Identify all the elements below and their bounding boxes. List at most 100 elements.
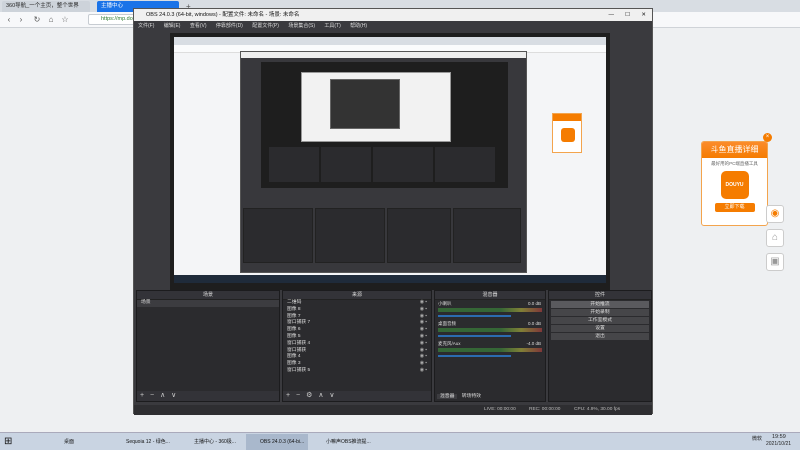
- minimize-icon[interactable]: —: [609, 9, 615, 21]
- remove-source-button[interactable]: −: [296, 392, 300, 399]
- tab-transitions[interactable]: 转场特效: [459, 394, 484, 399]
- menu-tools[interactable]: 工具(T): [324, 23, 340, 29]
- source-down-button[interactable]: ∨: [329, 392, 334, 399]
- taskbar-label: 主播中心 - 360极...: [194, 439, 236, 445]
- star-icon[interactable]: ☆: [60, 14, 70, 25]
- visibility-icon[interactable]: ◉ ▪: [420, 300, 427, 307]
- studio-mode-button[interactable]: 工作室模式: [551, 317, 649, 324]
- menu-file[interactable]: 文件(F): [138, 23, 154, 29]
- source-item[interactable]: 窗口捕获 7 ◉ ▪: [283, 320, 431, 327]
- mixer-panel: 混音器 小喇叭 0.0 dB 桌面音频 0.0 dB 麦克风/Aux -4.0 …: [434, 290, 546, 402]
- ime-indicator[interactable]: 微软: [752, 435, 762, 442]
- captured-nested-screen: [301, 72, 451, 142]
- source-label: 窗口捕获 4: [287, 340, 311, 346]
- captured-tabbar: [174, 37, 606, 45]
- menu-edit[interactable]: 编辑(E): [164, 23, 181, 29]
- menu-docks[interactable]: 停靠部件(D): [216, 23, 243, 29]
- captured-obs-title: [241, 52, 526, 58]
- reload-icon[interactable]: ↻: [32, 14, 42, 25]
- scene-up-button[interactable]: ∧: [160, 392, 165, 399]
- add-scene-button[interactable]: +: [140, 392, 144, 399]
- record-icon[interactable]: ◉: [766, 205, 784, 223]
- start-recording-button[interactable]: 开始录制: [551, 309, 649, 316]
- volume-meter: [438, 348, 542, 352]
- close-icon[interactable]: ✕: [641, 9, 646, 21]
- windows-taskbar: ⊞ 桌面 Sequoia 12 - 绿色... 主播中心 - 360极... O…: [0, 432, 800, 450]
- taskbar-item-desktop[interactable]: 桌面: [50, 434, 108, 450]
- tab-mixer[interactable]: 混音器: [437, 394, 458, 399]
- volume-meter: [438, 308, 542, 312]
- browser-tab-360[interactable]: 360导航_一个主页，整个世界: [2, 1, 90, 12]
- mixer-channel: 小喇叭 0.0 dB: [435, 300, 545, 320]
- taskbar-item-browser[interactable]: 主播中心 - 360极...: [180, 434, 242, 450]
- source-item[interactable]: 窗口捕获 ◉ ▪: [283, 348, 431, 355]
- visibility-icon[interactable]: ◉ ▪: [420, 307, 427, 314]
- source-item[interactable]: 窗口捕获 5 ◉ ▪: [283, 368, 431, 375]
- volume-slider[interactable]: [438, 355, 511, 357]
- taskbar-item-helper[interactable]: 小嘛声OBS推流提...: [312, 434, 376, 450]
- maximize-icon[interactable]: ☐: [625, 9, 630, 21]
- clock-time[interactable]: 19:59: [772, 434, 786, 440]
- visibility-icon[interactable]: ◉ ▪: [420, 334, 427, 341]
- controls-header: 控件: [549, 291, 651, 300]
- scenes-header: 场景: [137, 291, 279, 300]
- exit-button[interactable]: 退出: [551, 333, 649, 340]
- scenes-footer: + − ∧ ∨: [137, 391, 279, 401]
- captured-controls-panel: [453, 208, 521, 263]
- captured-panel: [435, 147, 495, 182]
- preview-canvas[interactable]: [170, 33, 610, 290]
- source-item[interactable]: 图像 3 ◉ ▪: [283, 361, 431, 368]
- douyu-promo-card: 斗鱼直播详细 最好用的PC端直播工具 DOUYU 立即下载: [701, 141, 768, 226]
- promo-close-icon[interactable]: ×: [763, 133, 772, 142]
- controls-panel: 控件 开始推流 开始录制 工作室模式 设置 退出: [548, 290, 652, 402]
- source-item[interactable]: 图像 5 ◉ ▪: [283, 334, 431, 341]
- start-streaming-button[interactable]: 开始推流: [551, 301, 649, 308]
- settings-button[interactable]: 设置: [551, 325, 649, 332]
- windows-start-icon[interactable]: ⊞: [4, 436, 16, 448]
- captured-preview: [261, 62, 508, 188]
- visibility-icon[interactable]: ◉ ▪: [420, 327, 427, 334]
- taskbar-label: 桌面: [64, 439, 75, 445]
- clock-date[interactable]: 2021/10/21: [766, 441, 791, 447]
- captured-taskbar: [174, 275, 606, 283]
- captured-screen: [174, 37, 606, 283]
- back-icon[interactable]: ‹: [4, 14, 14, 25]
- source-label: 图像 4: [287, 354, 301, 360]
- menu-help[interactable]: 帮助(H): [350, 23, 367, 29]
- menu-profile[interactable]: 配置文件(P): [252, 23, 279, 29]
- menu-view[interactable]: 查看(V): [190, 23, 207, 29]
- source-label: 图像 7: [287, 313, 301, 319]
- scene-item[interactable]: 场景: [137, 300, 279, 307]
- source-item[interactable]: 图像 6 ◉ ▪: [283, 327, 431, 334]
- source-item[interactable]: 图像 4 ◉ ▪: [283, 354, 431, 361]
- visibility-icon[interactable]: ◉ ▪: [420, 341, 427, 348]
- channel-db: 0.0 dB: [527, 321, 541, 326]
- source-label: 窗口捕获 5: [287, 367, 311, 373]
- source-up-button[interactable]: ∧: [318, 392, 323, 399]
- screenshot-icon[interactable]: ▣: [766, 253, 784, 271]
- taskbar-item-sequoia[interactable]: Sequoia 12 - 绿色...: [112, 434, 176, 450]
- menu-scene-collection[interactable]: 场景集合(S): [288, 23, 315, 29]
- mixer-channel: 麦克风/Aux -4.0 dB: [435, 340, 545, 360]
- scene-down-button[interactable]: ∨: [171, 392, 176, 399]
- source-label: 窗口捕获 7: [287, 320, 311, 326]
- home-icon[interactable]: ⌂: [46, 14, 56, 25]
- volume-slider[interactable]: [438, 335, 511, 337]
- volume-slider[interactable]: [438, 315, 511, 317]
- taskbar-item-obs[interactable]: OBS 24.0.3 (64-bi...: [246, 434, 308, 450]
- captured-mixer-panel: [387, 208, 451, 263]
- source-item[interactable]: 二维码 ◉ ▪: [283, 300, 431, 307]
- source-label: 图像 5: [287, 333, 301, 339]
- source-item[interactable]: 图像 8 ◉ ▪: [283, 307, 431, 314]
- source-settings-icon[interactable]: ⚙: [306, 392, 312, 399]
- visibility-icon[interactable]: ◉ ▪: [420, 361, 427, 368]
- sources-panel: 来源 二维码 ◉ ▪ 图像 8 ◉ ▪ 图像 7 ◉ ▪ 窗口捕获 7 ◉ ▪ 图像 6 ◉ ▪ 图…: [282, 290, 432, 402]
- add-source-button[interactable]: +: [286, 392, 290, 399]
- remove-scene-button[interactable]: −: [150, 392, 154, 399]
- download-button[interactable]: 立即下载: [714, 203, 755, 212]
- home-icon[interactable]: ⌂: [766, 229, 784, 247]
- visibility-icon[interactable]: ◉ ▪: [420, 368, 427, 375]
- source-item[interactable]: 窗口捕获 4 ◉ ▪: [283, 341, 431, 348]
- forward-icon[interactable]: ›: [16, 14, 26, 25]
- obs-menubar: 文件(F) 编辑(E) 查看(V) 停靠部件(D) 配置文件(P) 场景集合(S…: [134, 21, 652, 31]
